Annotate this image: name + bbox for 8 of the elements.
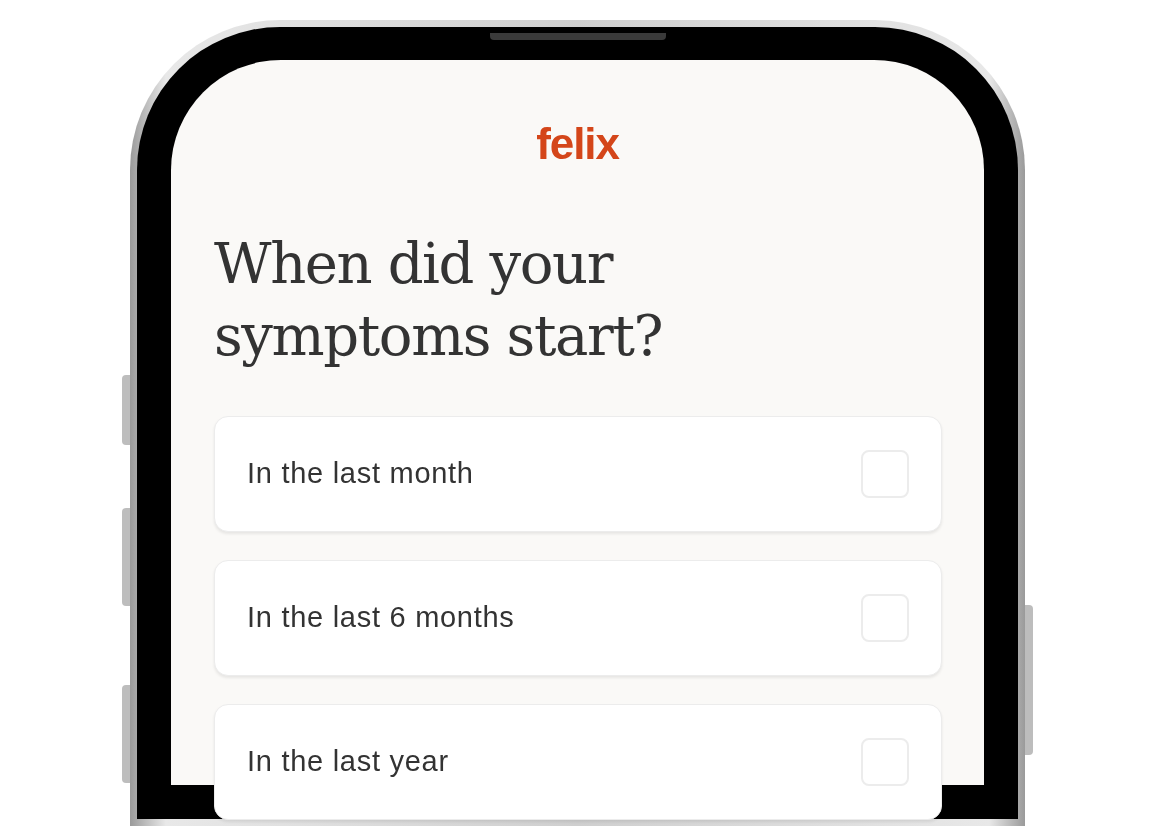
answer-option[interactable]: In the last month [214,416,942,532]
answer-option[interactable]: In the last year [214,704,942,820]
question-heading: When did your symptoms start? [214,230,664,370]
answer-option[interactable]: In the last 6 months [214,560,942,676]
option-label: In the last 6 months [247,600,515,636]
option-label: In the last year [247,744,449,780]
logo-text: felix [536,122,619,166]
option-label: In the last month [247,456,474,492]
